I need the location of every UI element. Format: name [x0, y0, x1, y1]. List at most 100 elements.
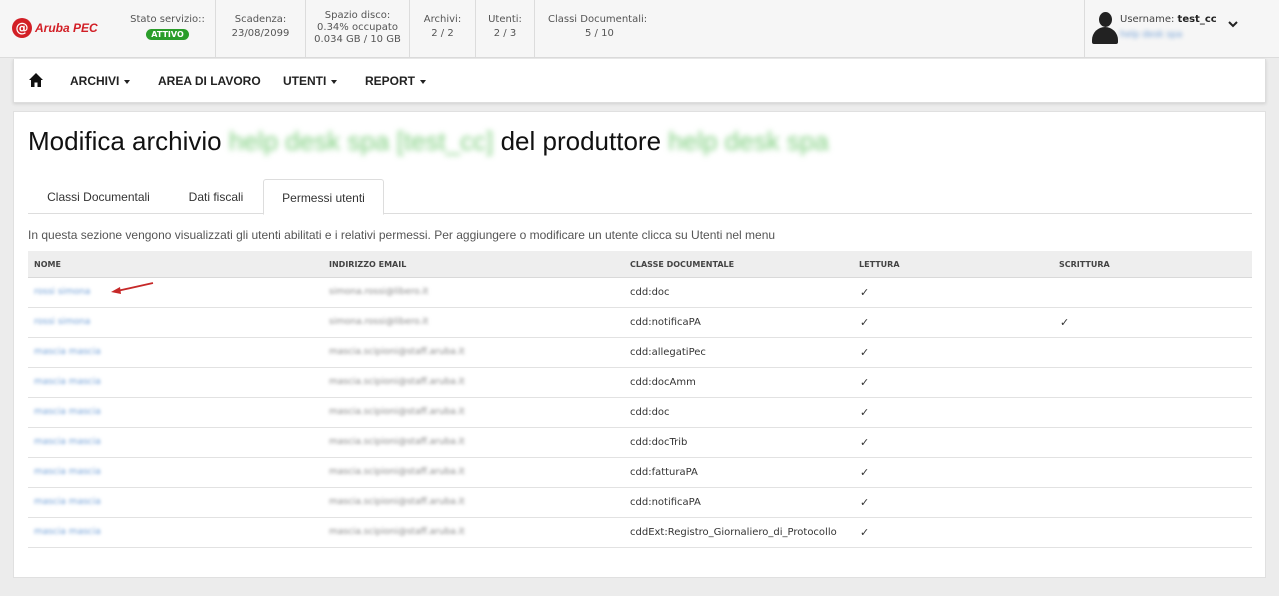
user-email: simona.rossi@libero.it: [329, 287, 429, 297]
permissions-table-body: rossi simona simona.rossi@libero.it cdd:do…: [28, 278, 1252, 548]
doc-classes-label: Classi Documentali:: [548, 14, 648, 25]
tab-permessi-utenti[interactable]: Permessi utenti: [263, 179, 384, 215]
user-avatar-icon: [1091, 12, 1119, 44]
caret-down-icon: [124, 79, 131, 84]
producer-name: help desk spa: [668, 126, 829, 156]
user-menu[interactable]: Username: test_cc help desk spa: [1084, 0, 1279, 58]
table-row: rossi simona simona.rossi@libero.it cdd:no…: [28, 308, 1252, 338]
col-nome: NOME: [34, 260, 61, 269]
nav-archivi-label: ARCHIVI: [70, 74, 120, 88]
table-row: mascia mascia mascia.scipioni@staff.aruba…: [28, 488, 1252, 518]
permissions-table-header: NOME INDIRIZZO EMAIL CLASSE DOCUMENTALE …: [28, 251, 1252, 278]
user-name-link[interactable]: mascia mascia: [34, 347, 101, 357]
main-panel: Modifica archivio help desk spa [test_cc…: [13, 111, 1266, 578]
doc-class: cdd:doc: [630, 407, 670, 418]
username-label: Username:: [1120, 14, 1175, 25]
col-classe: CLASSE DOCUMENTALE: [630, 260, 735, 269]
archive-name: help desk spa [test_cc]: [228, 126, 494, 156]
doc-class: cdd:notificaPA: [630, 497, 701, 508]
user-email: mascia.scipioni@staff.aruba.it: [329, 497, 465, 507]
home-icon[interactable]: [28, 72, 44, 88]
user-name-link[interactable]: mascia mascia: [34, 527, 101, 537]
caret-down-icon: [420, 79, 427, 84]
user-name-link[interactable]: mascia mascia: [34, 497, 101, 507]
read-permission-check: ✓: [860, 376, 870, 389]
nav-area-di-lavoro[interactable]: AREA DI LAVORO: [158, 74, 261, 88]
section-description: In questa sezione vengono visualizzati g…: [28, 228, 776, 242]
read-permission-check: ✓: [860, 406, 870, 419]
main-nav: ARCHIVI AREA DI LAVORO UTENTI REPORT: [13, 59, 1266, 103]
table-row: rossi simona simona.rossi@libero.it cdd:do…: [28, 278, 1252, 308]
nav-archivi[interactable]: ARCHIVI: [70, 74, 131, 88]
nav-utenti-label: UTENTI: [283, 74, 327, 88]
doc-classes-value: 5 / 10: [585, 28, 614, 39]
user-name-link[interactable]: mascia mascia: [34, 467, 101, 477]
user-email: mascia.scipioni@staff.aruba.it: [329, 407, 465, 417]
table-row: mascia mascia mascia.scipioni@staff.aruba…: [28, 398, 1252, 428]
tab-bar: Classi Documentali Dati fiscali Permessi…: [28, 179, 1252, 215]
user-email: mascia.scipioni@staff.aruba.it: [329, 377, 465, 387]
status-badge: ATTIVO: [146, 29, 189, 40]
user-email: mascia.scipioni@staff.aruba.it: [329, 467, 465, 477]
tab-classi-documentali[interactable]: Classi Documentali: [28, 179, 169, 214]
read-permission-check: ✓: [860, 286, 870, 299]
nav-report[interactable]: REPORT: [365, 74, 427, 88]
expiry-info: Scadenza: 23/08/2099: [216, 0, 306, 58]
read-permission-check: ✓: [860, 526, 870, 539]
col-email: INDIRIZZO EMAIL: [329, 260, 407, 269]
user-email: mascia.scipioni@staff.aruba.it: [329, 347, 465, 357]
user-email: mascia.scipioni@staff.aruba.it: [329, 527, 465, 537]
nav-utenti[interactable]: UTENTI: [283, 74, 338, 88]
user-organization: help desk spa: [1120, 30, 1183, 40]
username-line: Username: test_cc: [1120, 14, 1217, 25]
disk-space-usage: 0.034 GB / 10 GB: [314, 34, 401, 45]
read-permission-check: ✓: [860, 466, 870, 479]
col-lettura: LETTURA: [859, 260, 900, 269]
aruba-pec-logo[interactable]: @ Aruba PEC: [12, 18, 98, 38]
user-name-link[interactable]: mascia mascia: [34, 377, 101, 387]
doc-class: cdd:notificaPA: [630, 317, 701, 328]
read-permission-check: ✓: [860, 316, 870, 329]
top-bar: @ Aruba PEC Stato servizio:: ATTIVO Scad…: [0, 0, 1279, 58]
archives-label: Archivi:: [423, 14, 462, 25]
disk-space-percent: 0.34% occupato: [317, 22, 398, 33]
logo-mark-icon: @: [12, 18, 32, 38]
table-row: mascia mascia mascia.scipioni@staff.aruba…: [28, 368, 1252, 398]
users-label: Utenti:: [488, 14, 522, 25]
user-name-link[interactable]: rossi simona: [34, 317, 90, 327]
users-value: 2 / 3: [493, 28, 517, 39]
doc-class: cdd:fatturaPA: [630, 467, 698, 478]
archives-info: Archivi: 2 / 2: [410, 0, 476, 58]
disk-space-info: Spazio disco: 0.34% occupato 0.034 GB / …: [306, 0, 410, 58]
caret-down-icon: [331, 79, 338, 84]
table-row: mascia mascia mascia.scipioni@staff.aruba…: [28, 338, 1252, 368]
table-row: mascia mascia mascia.scipioni@staff.aruba…: [28, 518, 1252, 548]
user-name-link[interactable]: mascia mascia: [34, 437, 101, 447]
title-prefix: Modifica archivio: [28, 126, 222, 156]
expiry-value: 23/08/2099: [231, 28, 290, 39]
disk-space-label: Spazio disco:: [324, 10, 391, 21]
doc-class: cdd:docTrib: [630, 437, 688, 448]
read-permission-check: ✓: [860, 496, 870, 509]
users-info: Utenti: 2 / 3: [476, 0, 535, 58]
service-status: Stato servizio:: ATTIVO: [120, 0, 216, 58]
user-email: mascia.scipioni@staff.aruba.it: [329, 437, 465, 447]
table-row: mascia mascia mascia.scipioni@staff.aruba…: [28, 458, 1252, 488]
table-row: mascia mascia mascia.scipioni@staff.aruba…: [28, 428, 1252, 458]
doc-classes-info: Classi Documentali: 5 / 10: [535, 0, 660, 58]
chevron-down-icon[interactable]: [1227, 18, 1239, 32]
user-name-link[interactable]: rossi simona: [34, 287, 90, 297]
service-status-label: Stato servizio::: [130, 14, 205, 25]
read-permission-check: ✓: [860, 346, 870, 359]
doc-class: cddExt:Registro_Giornaliero_di_Protocoll…: [630, 527, 837, 538]
user-name-link[interactable]: mascia mascia: [34, 407, 101, 417]
write-permission-check: ✓: [1060, 316, 1070, 329]
tab-dati-fiscali[interactable]: Dati fiscali: [169, 179, 263, 214]
doc-class: cdd:doc: [630, 287, 670, 298]
expiry-label: Scadenza:: [234, 14, 287, 25]
title-middle: del produttore: [500, 126, 662, 156]
read-permission-check: ✓: [860, 436, 870, 449]
doc-class: cdd:docAmm: [630, 377, 696, 388]
user-email: simona.rossi@libero.it: [329, 317, 429, 327]
username-value: test_cc: [1177, 14, 1217, 25]
